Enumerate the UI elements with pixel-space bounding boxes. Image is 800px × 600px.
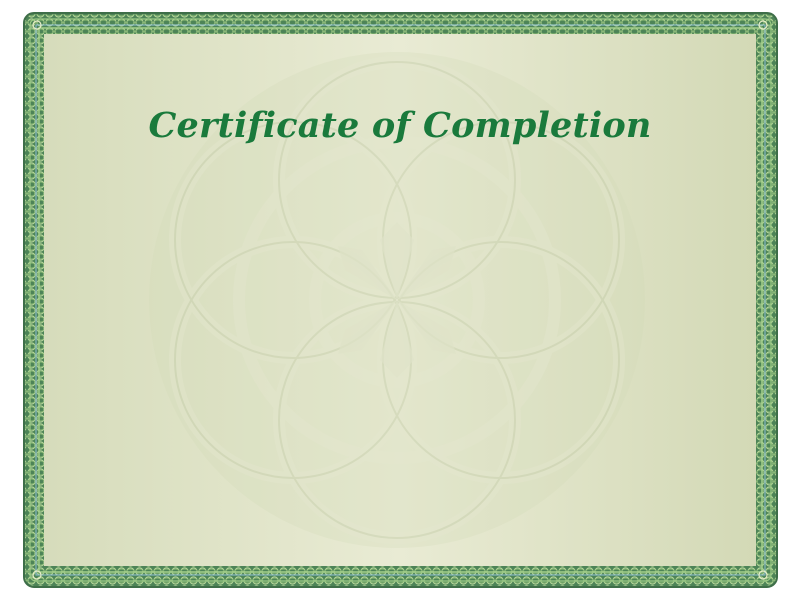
certificate-background — [23, 12, 778, 588]
certificate: Certificate of Completion — [0, 0, 800, 600]
certificate-title: Certificate of Completion — [148, 105, 652, 146]
